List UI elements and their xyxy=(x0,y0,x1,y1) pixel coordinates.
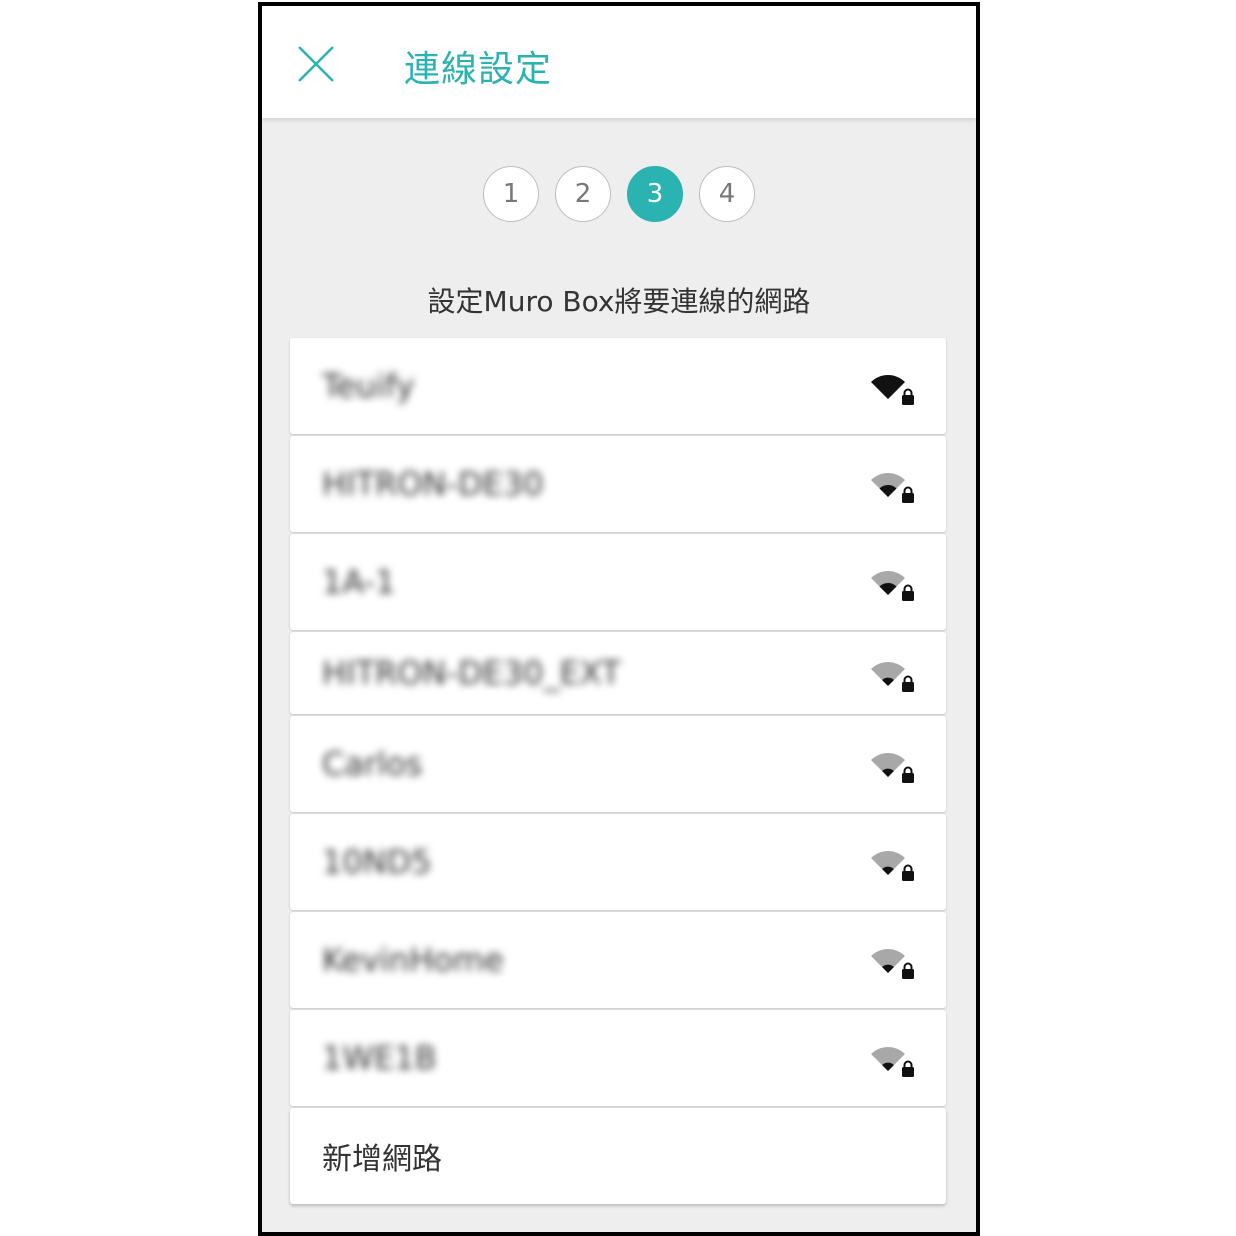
network-ssid: 1A-1 xyxy=(322,563,396,601)
network-item[interactable]: HITRON-DE30_EXT xyxy=(290,632,946,714)
page-title: 連線設定 xyxy=(404,49,553,90)
wifi-lock-icon xyxy=(871,662,914,692)
network-ssid: 10ND5 xyxy=(322,843,432,881)
instruction-text: 設定Muro Box將要連線的網路 xyxy=(427,285,811,318)
step-3-active: 3 xyxy=(627,166,683,222)
wifi-lock-icon xyxy=(871,571,914,601)
network-ssid: KevinHome xyxy=(322,941,504,979)
network-list: Teuify HITRON-DE30 1A-1 HITRON-DE30_EXT … xyxy=(290,338,946,1204)
step-indicator: 1 2 3 4 xyxy=(262,166,976,222)
network-item[interactable]: Carlos xyxy=(290,716,946,812)
wifi-lock-icon xyxy=(871,949,914,979)
wifi-lock-icon xyxy=(871,753,914,783)
step-2: 2 xyxy=(555,166,611,222)
network-item[interactable]: 1A-1 xyxy=(290,534,946,630)
network-ssid: Carlos xyxy=(322,745,423,783)
network-ssid: HITRON-DE30 xyxy=(322,465,544,503)
phone-frame: 連線設定 1 2 3 4 設定Muro Box將要連線的網路 Teuify HI… xyxy=(258,2,980,1236)
close-icon xyxy=(298,46,334,82)
network-item[interactable]: 10ND5 xyxy=(290,814,946,910)
add-network-label: 新增網路 xyxy=(322,1142,442,1177)
network-item[interactable]: HITRON-DE30 xyxy=(290,436,946,532)
network-item[interactable]: 1WE1B xyxy=(290,1010,946,1106)
network-item[interactable]: Teuify xyxy=(290,338,946,434)
network-ssid: HITRON-DE30_EXT xyxy=(322,654,621,692)
network-ssid: Teuify xyxy=(322,367,415,405)
app-bar: 連線設定 xyxy=(262,6,976,118)
network-item[interactable]: KevinHome xyxy=(290,912,946,1008)
wifi-lock-icon xyxy=(871,473,914,503)
wifi-lock-icon xyxy=(871,851,914,881)
step-4: 4 xyxy=(699,166,755,222)
add-network-button[interactable]: 新增網路 xyxy=(290,1108,946,1204)
wifi-lock-icon xyxy=(871,1047,914,1077)
network-ssid: 1WE1B xyxy=(322,1039,437,1077)
wifi-lock-icon xyxy=(871,375,914,405)
close-button[interactable] xyxy=(296,44,336,84)
step-1: 1 xyxy=(483,166,539,222)
